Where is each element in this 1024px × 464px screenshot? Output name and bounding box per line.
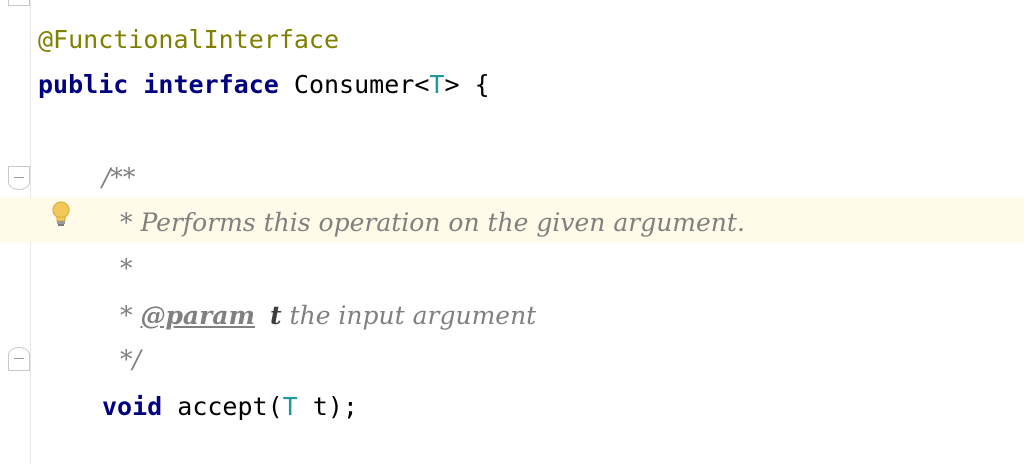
param-type: T xyxy=(282,392,298,421)
doc-star: * xyxy=(120,301,141,330)
doc-param-tag: @param xyxy=(140,301,255,330)
angle-open: < xyxy=(414,70,430,99)
paren-open: ( xyxy=(267,392,283,421)
method-name: accept xyxy=(177,392,268,421)
fold-close-icon[interactable] xyxy=(8,0,30,6)
doc-param-name: t xyxy=(270,301,282,330)
doc-comment-close[interactable]: */ xyxy=(120,340,141,380)
paren-close: ); xyxy=(327,392,358,421)
fold-close-icon[interactable] xyxy=(8,347,30,371)
doc-comment-line-empty[interactable]: * xyxy=(120,249,133,289)
doc-comment-line-description[interactable]: * Performs this operation on the given a… xyxy=(120,203,745,243)
doc-comment-line-param[interactable]: * @param t the input argument xyxy=(120,296,536,336)
code-line-method-declaration[interactable]: void accept(T t); xyxy=(102,387,358,427)
param-name: t xyxy=(297,392,328,421)
angle-close: > xyxy=(444,70,460,99)
fold-open-icon[interactable] xyxy=(8,166,30,190)
open-brace: { xyxy=(459,70,490,99)
doc-comment-open[interactable]: /** xyxy=(102,158,135,198)
keyword-public: public xyxy=(38,70,129,99)
class-name: Consumer xyxy=(293,70,415,99)
keyword-interface: interface xyxy=(143,70,279,99)
type-parameter: T xyxy=(429,70,445,99)
doc-param-description: the input argument xyxy=(281,301,537,330)
code-line-annotation[interactable]: @FunctionalInterface xyxy=(38,20,339,60)
code-line-interface-declaration[interactable]: public interface Consumer<T> { xyxy=(38,65,490,105)
annotation-token: @FunctionalInterface xyxy=(38,25,340,54)
lightbulb-icon[interactable] xyxy=(50,200,72,228)
keyword-void: void xyxy=(102,392,163,421)
